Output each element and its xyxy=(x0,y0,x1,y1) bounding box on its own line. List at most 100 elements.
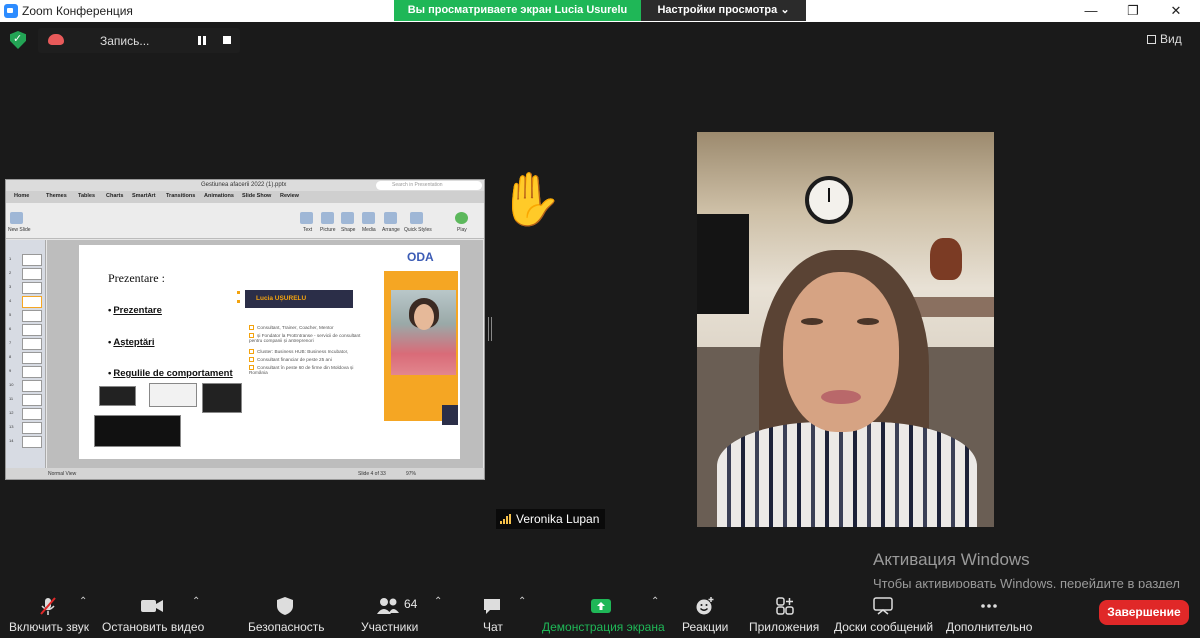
participants-options-caret[interactable]: ⌃ xyxy=(434,596,444,607)
minimize-button[interactable]: — xyxy=(1071,2,1111,20)
reactions-button[interactable]: Реакции xyxy=(678,588,732,638)
shield-icon xyxy=(277,597,293,615)
pause-recording-button[interactable] xyxy=(193,32,211,49)
participants-count: 64 xyxy=(404,597,418,611)
raised-hand-icon: ✋ xyxy=(498,171,563,229)
maximize-button[interactable]: ❐ xyxy=(1113,2,1153,20)
unmute-button[interactable]: Включить звук xyxy=(0,588,90,638)
slide-thumbnail xyxy=(22,380,42,392)
audio-options-caret[interactable]: ⌃ xyxy=(79,596,89,607)
windows-activation-title: Активация Windows xyxy=(873,550,1030,569)
ppt-title-bar: Gestiunea afacerii 2022 (1).pptx Search … xyxy=(6,180,484,191)
thumb-number: 2 xyxy=(9,270,12,275)
ribbon-item: Play xyxy=(457,227,467,233)
view-button-label: Вид xyxy=(1160,32,1182,46)
participants-button[interactable]: 64 Участники xyxy=(357,588,422,638)
end-meeting-button[interactable]: Завершение xyxy=(1099,600,1189,625)
whiteboards-label: Доски сообщений xyxy=(834,620,934,634)
signal-strength-icon xyxy=(500,514,512,524)
stop-video-button[interactable]: Остановить видео xyxy=(100,588,205,638)
share-status-banner: Вы просматриваете экран Lucia Usurelu xyxy=(394,0,641,21)
thumb-number: 10 xyxy=(9,382,14,387)
chat-button[interactable]: Чат xyxy=(470,588,514,638)
text-icon xyxy=(300,212,313,224)
recording-label: Запись... xyxy=(100,34,150,48)
picture-icon xyxy=(321,212,334,224)
whiteboards-button[interactable]: Доски сообщений xyxy=(832,588,934,638)
microphone-muted-icon xyxy=(40,597,56,615)
security-button[interactable]: Безопасность xyxy=(245,588,325,638)
person-lips xyxy=(821,390,861,404)
arrange-icon xyxy=(384,212,397,224)
chevron-down-icon: ⌄ xyxy=(780,4,790,16)
shape-icon xyxy=(341,212,354,224)
thumb-number: 7 xyxy=(9,340,12,345)
video-camera-icon xyxy=(141,600,163,612)
security-label: Безопасность xyxy=(248,620,325,634)
slide-thumbnail xyxy=(22,366,42,378)
slide-title: Prezentare : xyxy=(108,271,165,285)
thumb-number: 4 xyxy=(9,298,12,303)
new-slide-icon xyxy=(10,212,23,224)
speaker-video[interactable] xyxy=(697,132,994,527)
video-tv xyxy=(697,214,749,314)
thumb-number: 12 xyxy=(9,410,14,415)
apps-label: Приложения xyxy=(749,620,820,634)
current-slide: ODA Prezentare : Prezentare Așteptări Re… xyxy=(79,245,460,459)
slide-thumbnail xyxy=(22,324,42,336)
slide-bullet: Regulile de comportament xyxy=(108,368,232,379)
more-button[interactable]: Дополнительно xyxy=(942,588,1036,638)
view-settings-button[interactable]: Настройки просмотра ⌄ xyxy=(641,0,806,21)
bio-line: Consultant în peste 60 de firme din Mold… xyxy=(249,365,369,375)
slide-thumbnail xyxy=(22,254,42,266)
video-options-caret[interactable]: ⌃ xyxy=(192,596,202,607)
ppt-tab: Slide Show xyxy=(242,193,272,199)
thumb-number: 14 xyxy=(9,438,14,443)
ribbon-item: Arrange xyxy=(382,227,400,233)
splitter-handle[interactable] xyxy=(488,317,492,341)
screenshot-thumbnail xyxy=(99,386,136,406)
share-screen-button[interactable]: Демонстрация экрана xyxy=(540,588,665,638)
bio-line: Consultant financiar de peste 25 ani xyxy=(249,357,369,362)
ribbon-item: Text xyxy=(303,227,313,233)
ppt-tab: Home xyxy=(14,193,30,199)
reactions-label: Реакции xyxy=(682,620,729,634)
slide-thumbnail xyxy=(22,282,42,294)
oda-logo: ODA xyxy=(407,250,434,264)
unmute-label: Включить звук xyxy=(9,620,90,634)
bio-line: și Fondator la ProEntranse - servicii de… xyxy=(249,333,369,343)
presenter-name-box: Lucia UȘURELU xyxy=(245,290,353,308)
person-face xyxy=(783,272,899,432)
stop-recording-button[interactable] xyxy=(218,32,236,49)
quick-styles-icon xyxy=(410,212,423,224)
close-button[interactable]: ✕ xyxy=(1156,2,1196,20)
shared-screen[interactable]: Gestiunea afacerii 2022 (1).pptx Search … xyxy=(5,179,485,480)
security-shield-icon[interactable] xyxy=(10,31,26,49)
ribbon-item: Media xyxy=(362,227,376,233)
share-screen-label: Демонстрация экрана xyxy=(542,620,665,634)
ppt-search-input: Search in Presentation xyxy=(376,181,482,190)
more-dots-icon xyxy=(981,604,997,608)
view-settings-label: Настройки просмотра xyxy=(657,4,778,16)
thumb-number: 13 xyxy=(9,424,14,429)
participant-name-tag: Veronika Lupan xyxy=(496,509,606,529)
ppt-tab: Tables xyxy=(78,193,96,199)
view-button[interactable]: Вид xyxy=(1147,29,1193,49)
slide-thumbnail-selected xyxy=(22,296,42,308)
video-jar xyxy=(930,238,962,280)
chat-options-caret[interactable]: ⌃ xyxy=(518,596,528,607)
share-screen-icon xyxy=(591,599,611,613)
thumb-number: 5 xyxy=(9,312,12,317)
slide-bullet: Prezentare xyxy=(108,305,162,316)
thumb-number: 8 xyxy=(9,354,12,359)
slide-thumbnail xyxy=(22,394,42,406)
slide-thumbnails: 1 2 3 4 5 6 7 8 9 10 11 12 13 14 xyxy=(6,240,46,468)
apps-button[interactable]: Приложения xyxy=(747,588,822,638)
share-options-caret[interactable]: ⌃ xyxy=(651,596,661,607)
participants-icon xyxy=(377,598,399,614)
bullet-dot xyxy=(237,291,240,294)
participant-name: Veronika Lupan xyxy=(516,512,600,526)
slide-thumbnail xyxy=(22,268,42,280)
person-shirt xyxy=(717,422,977,527)
status-view: Normal View xyxy=(48,471,77,477)
